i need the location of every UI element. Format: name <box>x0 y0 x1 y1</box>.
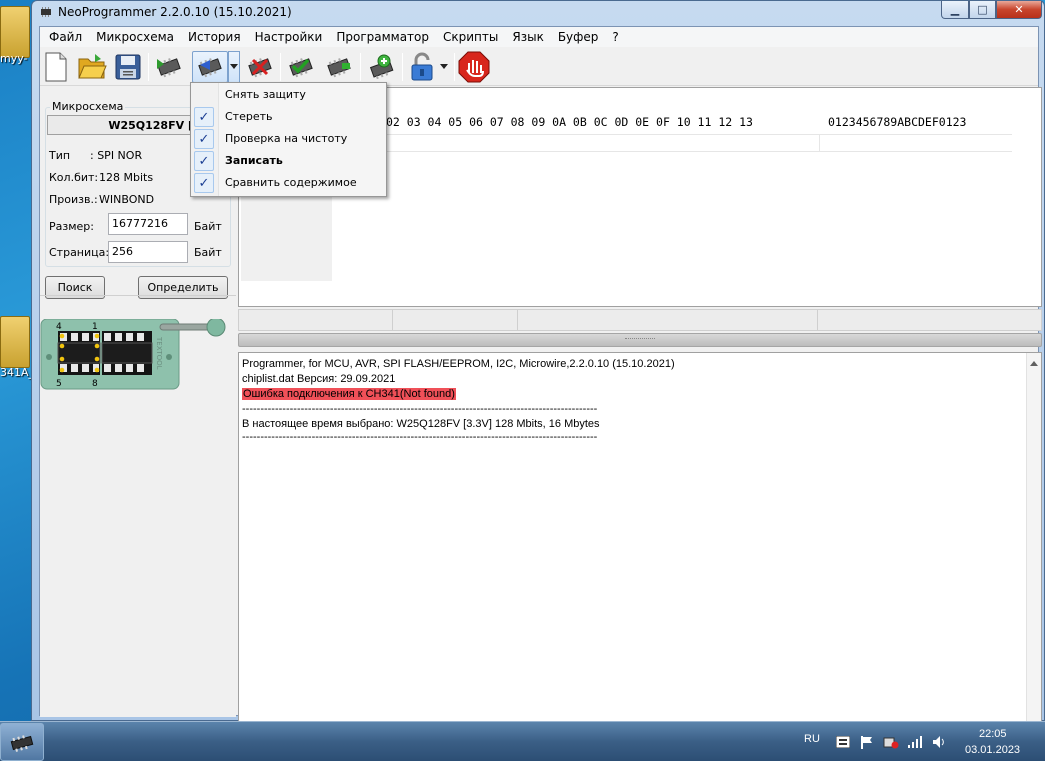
page-field[interactable]: 256 <box>108 241 188 263</box>
dropdown-item-label: Снять защиту <box>225 88 306 101</box>
dropdown-item-erase[interactable]: ✓ Стереть <box>191 106 386 128</box>
checkmark-icon: ✓ <box>194 151 214 171</box>
size-field[interactable]: 16777216 <box>108 213 188 235</box>
write-chip-button[interactable] <box>192 51 228 83</box>
menu-programmer[interactable]: Программатор <box>329 27 436 47</box>
dropdown-item-unprotect[interactable]: Снять защиту <box>191 84 386 106</box>
maximize-button[interactable]: □ <box>969 1 996 19</box>
checkmark-icon: ✓ <box>194 173 214 193</box>
client-area: Файл Микросхема История Настройки Програ… <box>39 26 1042 742</box>
menu-language[interactable]: Язык <box>505 27 550 47</box>
desktop-icon-label-2: 341A_ <box>0 366 35 379</box>
hex-header-ascii: 0123456789ABCDEF0123 <box>828 115 967 129</box>
new-file-icon[interactable] <box>40 51 72 83</box>
page-unit: Байт <box>194 246 222 259</box>
hex-header-bytes: 02 03 04 05 06 07 08 09 0A 0B 0C 0D 0E 0… <box>386 115 753 129</box>
app-window: NeoProgrammer 2.2.0.10 (15.10.2021) ▁ □ … <box>31 0 1045 742</box>
bits-label: Кол.бит: <box>49 171 99 184</box>
erase-chip-icon[interactable] <box>244 51 276 83</box>
save-icon[interactable] <box>112 51 144 83</box>
pin-label-4: 4 <box>56 322 62 332</box>
chevron-down-icon-2[interactable] <box>438 51 450 83</box>
open-folder-icon[interactable] <box>76 51 108 83</box>
clock-time[interactable]: 22:05 <box>979 728 1007 740</box>
dropdown-item-label: Проверка на чистоту <box>225 132 348 145</box>
checkmark-icon: ✓ <box>194 129 214 149</box>
safely-remove-hardware-icon[interactable] <box>883 735 899 749</box>
close-button[interactable]: ✕ <box>996 1 1042 19</box>
dropdown-item-verify[interactable]: ✓ Сравнить содержимое <box>191 172 386 194</box>
log-separator-2: ----------------------------------------… <box>242 431 598 443</box>
log-line-selected: В настоящее время выбрано: W25Q128FV [3.… <box>242 418 600 430</box>
auto-chip-icon[interactable] <box>365 51 397 83</box>
checkmark-icon: ✓ <box>194 107 214 127</box>
status-grid <box>238 309 1042 331</box>
dropdown-item-label: Записать <box>225 154 283 167</box>
chip-app-icon <box>41 7 51 17</box>
pin-label-8: 8 <box>92 379 98 389</box>
clock-date[interactable]: 03.01.2023 <box>965 744 1020 756</box>
stop-icon[interactable] <box>458 51 490 83</box>
dropdown-item-write[interactable]: ✓ Записать <box>191 150 386 172</box>
menu-help[interactable]: ? <box>605 27 625 47</box>
log-line-1: Programmer, for MCU, AVR, SPI FLASH/EEPR… <box>242 358 675 370</box>
menu-buffer[interactable]: Буфер <box>551 27 606 47</box>
log-separator-1: ----------------------------------------… <box>242 403 598 415</box>
title-bar[interactable]: NeoProgrammer 2.2.0.10 (15.10.2021) ▁ □ … <box>32 1 1044 25</box>
dropdown-item-label: Стереть <box>225 110 273 123</box>
desktop-folder-icon[interactable] <box>0 6 30 58</box>
menu-history[interactable]: История <box>181 27 248 47</box>
log-error-line: Ошибка подключения к CH341(Not found) <box>242 388 456 400</box>
toolbar <box>40 48 1038 86</box>
log-vertical-scrollbar[interactable] <box>1026 353 1041 741</box>
keyboard-icon[interactable] <box>836 736 850 748</box>
pin-label-1: 1 <box>92 322 98 332</box>
desktop-folder-icon-2[interactable] <box>0 316 30 368</box>
volume-icon[interactable] <box>932 735 946 749</box>
write-chip-icon <box>198 58 222 78</box>
menu-file[interactable]: Файл <box>42 27 89 47</box>
chevron-down-icon[interactable] <box>228 51 240 83</box>
dropdown-item-blank-check[interactable]: ✓ Проверка на чистоту <box>191 128 386 150</box>
size-unit: Байт <box>194 220 222 233</box>
blank-check-icon[interactable] <box>323 51 355 83</box>
action-center-flag-icon[interactable] <box>860 735 874 749</box>
chip-group-title: Микросхема <box>50 100 126 113</box>
minimize-button[interactable]: ▁ <box>941 1 969 19</box>
verify-chip-icon[interactable] <box>285 51 317 83</box>
chip-app-icon <box>10 735 34 752</box>
menu-bar: Файл Микросхема История Настройки Програ… <box>40 27 1038 47</box>
write-options-dropdown: Снять защиту ✓ Стереть ✓ Проверка на чис… <box>190 82 387 197</box>
language-indicator[interactable]: RU <box>804 733 820 745</box>
desktop-icon-label: myy- <box>0 52 28 65</box>
window-title: NeoProgrammer 2.2.0.10 (15.10.2021) <box>58 5 292 19</box>
zif-socket-image: 4 1 5 8 TEXTOOL <box>40 317 236 393</box>
type-value: : SPI NOR <box>90 149 143 162</box>
menu-scripts[interactable]: Скрипты <box>436 27 505 47</box>
maker-label: Произв.: <box>49 193 98 206</box>
dropdown-item-label: Сравнить содержимое <box>225 176 357 189</box>
log-output[interactable]: Programmer, for MCU, AVR, SPI FLASH/EEPR… <box>238 352 1042 742</box>
menu-settings[interactable]: Настройки <box>248 27 330 47</box>
log-line-2: chiplist.dat Версия: 29.09.2021 <box>242 373 396 385</box>
taskbar-app-button[interactable] <box>0 723 44 761</box>
network-signal-icon[interactable] <box>907 735 923 749</box>
lock-icon[interactable] <box>406 51 438 83</box>
pin-label-5: 5 <box>56 379 62 389</box>
socket-brand-text: TEXTOOL <box>155 336 163 370</box>
maker-value: WINBOND <box>99 193 155 206</box>
type-label: Тип <box>49 149 71 162</box>
taskbar: RU 22:05 03.01.2023 <box>0 721 1045 761</box>
bits-value: 128 Mbits <box>99 171 154 184</box>
scroll-up-icon <box>1030 361 1038 366</box>
page-label: Страница: <box>49 246 110 259</box>
size-label: Размер: <box>49 220 94 233</box>
menu-chip[interactable]: Микросхема <box>89 27 181 47</box>
read-chip-icon[interactable] <box>153 51 185 83</box>
splitter-bar[interactable] <box>238 333 1042 347</box>
